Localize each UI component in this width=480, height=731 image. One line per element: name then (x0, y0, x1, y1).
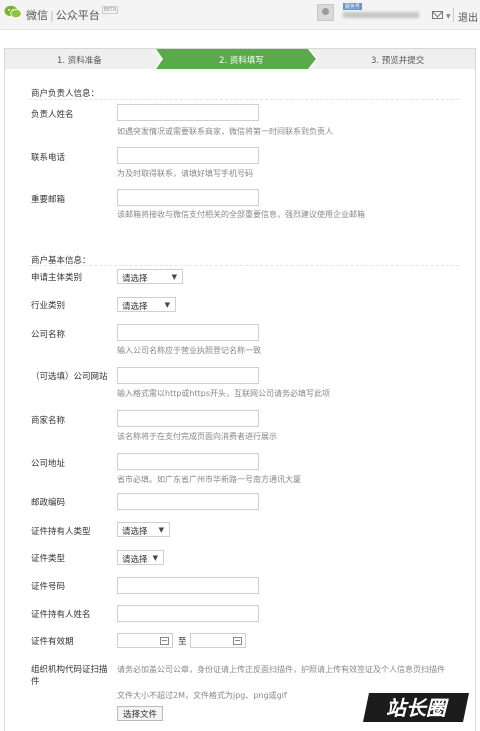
label-validity: 证件有效期 (31, 637, 74, 647)
account-type-badge: 服务号 (343, 3, 363, 10)
account-name-blurred[interactable] (343, 12, 419, 18)
subject-type-value: 请选择 (122, 274, 148, 284)
watermark-logo: 站长圈 (363, 693, 469, 722)
hint-file-size: 文件大小不超过2M，文件格式为jpg、png或gif (117, 691, 287, 700)
chevron-down-icon: ▼ (164, 301, 170, 309)
email-input[interactable] (117, 189, 259, 206)
product-name: 公众平台 (55, 9, 100, 22)
validity-range: 至 (117, 633, 247, 649)
id-type-select[interactable]: 请选择 ▼ (117, 550, 164, 565)
avatar[interactable] (317, 4, 334, 21)
label-owner-name: 负责人姓名 (31, 110, 74, 120)
brand-title[interactable]: 微信 | 公众平台 BETA (26, 6, 119, 23)
label-id-type: 证件类型 (31, 554, 66, 564)
hint-address: 省市必填。如广东省广州市华新路一号南方通讯大厦 (117, 475, 301, 484)
step-1-label: 1. 资料准备 (57, 56, 102, 66)
step-3-label: 3. 预览并提交 (371, 56, 425, 66)
hint-email: 该邮箱将接收与微信支付相关的全部重要信息，强烈建议使用企业邮箱 (117, 210, 365, 219)
section-divider (29, 265, 459, 266)
hint-company-name: 输入公司名称应于营业执照登记名称一致 (117, 346, 261, 355)
section-title-person: 商户负责人信息： (31, 89, 100, 99)
label-postcode: 邮政编码 (31, 498, 66, 508)
hint-website: 输入格式需以http或https开头，互联网公司请务必填写此项 (117, 389, 331, 398)
choose-file-button[interactable]: 选择文件 (117, 706, 164, 721)
label-email: 重要邮箱 (31, 195, 66, 205)
holder-type-select[interactable]: 请选择 ▼ (117, 522, 170, 537)
owner-name-input[interactable] (117, 104, 259, 121)
validity-end-input[interactable] (190, 633, 246, 648)
label-industry: 行业类别 (31, 301, 66, 311)
calendar-icon[interactable] (160, 637, 169, 645)
mail-icon[interactable] (432, 11, 443, 19)
top-bar: 微信 | 公众平台 BETA 服务号 ▼ 退出 (0, 0, 480, 30)
chevron-down-icon: ▼ (152, 554, 158, 562)
logout-link[interactable]: 退出 (458, 9, 478, 24)
chevron-down-icon: ▼ (158, 526, 164, 534)
label-website: （可选填）公司网站 (31, 372, 108, 382)
brand-separator: | (50, 9, 54, 22)
label-subject-type: 申请主体类别 (31, 273, 83, 283)
label-holder-name: 证件持有人姓名 (31, 610, 91, 620)
hint-merchant-name: 该名称将于在支付完成页面向消费者进行展示 (117, 432, 277, 441)
label-company-name: 公司名称 (31, 330, 66, 340)
address-input[interactable] (117, 453, 259, 470)
beta-tag: BETA (101, 6, 119, 14)
brand-name: 微信 (26, 9, 48, 22)
validity-to-label: 至 (178, 637, 187, 647)
validity-start-input[interactable] (117, 633, 173, 648)
hint-phone: 为及时取得联系，请填好填写手机号码 (117, 169, 253, 178)
id-type-value: 请选择 (122, 555, 148, 565)
label-address: 公司地址 (31, 459, 66, 469)
watermark-text: 站长圈 (386, 696, 449, 720)
id-number-input[interactable] (117, 577, 259, 594)
label-phone: 联系电话 (31, 153, 66, 163)
step-2-label: 2. 资料填写 (219, 56, 264, 66)
header-divider (453, 8, 454, 22)
phone-input[interactable] (117, 147, 259, 164)
form-panel: 1. 资料准备 2. 资料填写 3. 预览并提交 商户负责人信息： 负责人姓名 … (4, 48, 476, 731)
label-id-number: 证件号码 (31, 582, 66, 592)
postcode-input[interactable] (117, 493, 259, 510)
step-progress: 1. 资料准备 2. 资料填写 3. 预览并提交 (5, 49, 475, 69)
company-name-input[interactable] (117, 324, 259, 341)
subject-type-select[interactable]: 请选择 ▼ (117, 269, 183, 284)
mail-dropdown-icon[interactable]: ▼ (446, 13, 451, 20)
industry-select[interactable]: 请选择 ▼ (117, 297, 176, 312)
label-merchant-name: 商家名称 (31, 416, 66, 426)
wechat-logo-icon (4, 5, 22, 19)
website-input[interactable] (117, 367, 259, 384)
label-org-scan: 组织机构代码证扫描件 (31, 665, 108, 687)
section-divider (29, 99, 459, 100)
hint-owner-name: 如遇突发情况或需要联系商家，微信将第一时间联系到负责人 (117, 127, 333, 136)
merchant-name-input[interactable] (117, 410, 259, 427)
label-holder-type: 证件持有人类型 (31, 527, 91, 537)
holder-name-input[interactable] (117, 605, 259, 622)
chevron-down-icon: ▼ (171, 273, 177, 281)
calendar-icon[interactable] (233, 637, 242, 645)
holder-type-value: 请选择 (122, 527, 148, 537)
hint-org-scan: 请务必加盖公司公章，身份证请上传正反面扫描件，护照请上传有效签证及个人信息页扫描… (117, 665, 445, 674)
industry-value: 请选择 (122, 302, 148, 312)
